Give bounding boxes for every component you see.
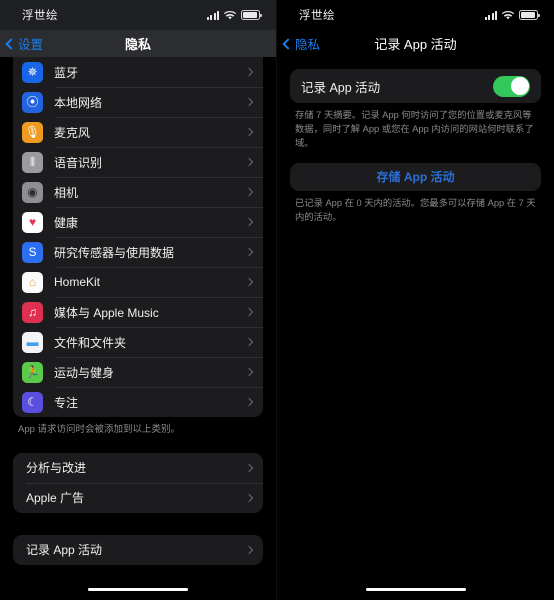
apple-music-icon: ♫ bbox=[22, 301, 43, 323]
right-phone-screen: 浮世绘 隐私 记录 App 活动 记录 App 活动 存储 7 天摘要。记录 A… bbox=[277, 0, 554, 600]
navigation-bar: 隐私 记录 App 活动 bbox=[277, 30, 554, 57]
battery-icon bbox=[519, 10, 540, 20]
health-icon: ♥ bbox=[22, 211, 43, 233]
status-bar: 浮世绘 bbox=[0, 0, 276, 30]
bluetooth-icon: ✵ bbox=[22, 61, 43, 83]
left-phone-screen: 浮世绘 设置 隐私 ✵ 蓝牙 ⦿ 本地网络 🎙 麦克风 ⦀ 语音识别 ◉ 相机 ♥ 健康 S 研究传感器与… bbox=[0, 0, 277, 600]
list-item-label: 本地网络 bbox=[54, 95, 103, 110]
list-item-analytics[interactable]: 分析与改进 bbox=[13, 453, 263, 483]
chevron-right-icon bbox=[244, 157, 254, 167]
chevron-right-icon bbox=[244, 545, 254, 555]
chevron-right-icon bbox=[244, 97, 254, 107]
list-item-label: 文件和文件夹 bbox=[54, 335, 127, 350]
list-item-label: 专注 bbox=[54, 395, 79, 410]
status-bar-icons bbox=[206, 10, 262, 20]
chevron-right-icon bbox=[244, 277, 254, 287]
back-button-label: 设置 bbox=[18, 38, 44, 52]
chevron-right-icon bbox=[244, 307, 254, 317]
list-item-label: 媒体与 Apple Music bbox=[54, 305, 159, 320]
fitness-icon: 🏃 bbox=[22, 361, 43, 383]
save-description: 已记录 App 在 0 天内的活动。您最多可以存储 App 在 7 天内的活动。 bbox=[295, 197, 536, 222]
list-item-bluetooth[interactable]: ✵ 蓝牙 bbox=[13, 57, 263, 87]
save-app-activity-button[interactable]: 存储 App 活动 bbox=[290, 162, 541, 191]
chevron-right-icon bbox=[244, 217, 254, 227]
list-item-label: 语音识别 bbox=[54, 155, 103, 170]
home-indicator[interactable] bbox=[88, 587, 188, 591]
files-folders-icon: ▬ bbox=[22, 331, 43, 353]
speech-recognition-icon: ⦀ bbox=[22, 151, 43, 173]
list-item-record-app-activity[interactable]: 记录 App 活动 bbox=[13, 535, 263, 565]
chevron-left-icon bbox=[5, 37, 17, 50]
home-indicator[interactable] bbox=[365, 587, 466, 591]
list-item-label: 记录 App 活动 bbox=[26, 543, 103, 558]
camera-icon: ◉ bbox=[22, 181, 43, 203]
dual-phone-screenshot: 浮世绘 设置 隐私 ✵ 蓝牙 ⦿ 本地网络 🎙 麦克风 ⦀ 语音识别 ◉ 相机 ♥ 健康 S 研究传感器与… bbox=[0, 0, 554, 600]
list-item-files-folders[interactable]: ▬ 文件和文件夹 bbox=[13, 327, 263, 357]
record-app-activity-toggle-card: 记录 App 活动 bbox=[290, 69, 541, 103]
save-app-activity-label: 存储 App 活动 bbox=[376, 170, 455, 185]
chevron-right-icon bbox=[244, 367, 254, 377]
carrier-label: 浮世绘 bbox=[22, 10, 58, 22]
research-sensor-icon: S bbox=[22, 241, 43, 263]
focus-icon: ☾ bbox=[22, 391, 43, 413]
chevron-right-icon bbox=[244, 493, 254, 503]
list-item-research-sensor[interactable]: S 研究传感器与使用数据 bbox=[13, 237, 263, 267]
list-item-label: 麦克风 bbox=[54, 125, 91, 140]
list-item-label: HomeKit bbox=[54, 275, 101, 289]
list-item-apple-music[interactable]: ♫ 媒体与 Apple Music bbox=[13, 297, 263, 327]
list-item-health[interactable]: ♥ 健康 bbox=[13, 207, 263, 237]
battery-icon bbox=[241, 10, 262, 20]
right-content: 记录 App 活动 存储 7 天摘要。记录 App 何时访问了您的位置或麦克风等… bbox=[277, 57, 554, 225]
list-item-local-network[interactable]: ⦿ 本地网络 bbox=[13, 87, 263, 117]
cellular-signal-icon bbox=[206, 10, 219, 20]
privacy-categories-card: ✵ 蓝牙 ⦿ 本地网络 🎙 麦克风 ⦀ 语音识别 ◉ 相机 ♥ 健康 S 研究传感器与使用数据 ⌂ HomeK… bbox=[13, 57, 263, 417]
list-item-microphone[interactable]: 🎙 麦克风 bbox=[13, 117, 263, 147]
cellular-signal-icon bbox=[484, 10, 497, 20]
chevron-right-icon bbox=[244, 127, 254, 137]
list-item-focus[interactable]: ☾ 专注 bbox=[13, 387, 263, 417]
list-item-apple-ads[interactable]: Apple 广告 bbox=[13, 482, 263, 513]
status-bar-icons bbox=[484, 10, 540, 20]
chevron-right-icon bbox=[244, 463, 254, 473]
wifi-icon bbox=[502, 10, 514, 20]
toggle-knob bbox=[510, 77, 529, 95]
microphone-icon: 🎙 bbox=[22, 121, 43, 143]
navigation-bar: 设置 隐私 bbox=[0, 30, 276, 57]
list-item-homekit[interactable]: ⌂ HomeKit bbox=[13, 267, 263, 297]
app-activity-record-card: 记录 App 活动 bbox=[13, 534, 263, 565]
status-bar: 浮世绘 bbox=[277, 0, 554, 30]
list-item-label: Apple 广告 bbox=[26, 491, 85, 506]
wifi-icon bbox=[224, 10, 236, 20]
chevron-right-icon bbox=[244, 67, 254, 77]
chevron-right-icon bbox=[244, 187, 254, 197]
record-app-activity-toggle[interactable] bbox=[493, 75, 530, 97]
toggle-label: 记录 App 活动 bbox=[301, 80, 381, 95]
list-item-fitness[interactable]: 🏃 运动与健身 bbox=[13, 357, 263, 387]
back-button[interactable]: 隐私 bbox=[277, 34, 320, 53]
chevron-left-icon bbox=[282, 37, 294, 50]
toggle-row: 记录 App 活动 bbox=[290, 69, 541, 103]
back-button[interactable]: 设置 bbox=[0, 34, 43, 53]
list-item-label: 研究传感器与使用数据 bbox=[54, 245, 175, 260]
privacy-footnote: App 请求访问时会被添加到以上类别。 bbox=[18, 424, 181, 435]
chevron-right-icon bbox=[244, 397, 254, 407]
toggle-description: 存储 7 天摘要。记录 App 何时访问了您的位置或麦克风等数据，同时了解 Ap… bbox=[295, 110, 534, 148]
chevron-right-icon bbox=[244, 247, 254, 257]
list-item-camera[interactable]: ◉ 相机 bbox=[13, 177, 263, 207]
left-content: ✵ 蓝牙 ⦿ 本地网络 🎙 麦克风 ⦀ 语音识别 ◉ 相机 ♥ 健康 S 研究传感器与使用数据 ⌂ HomeK… bbox=[0, 57, 276, 565]
list-item-label: 分析与改进 bbox=[26, 461, 87, 476]
carrier-label: 浮世绘 bbox=[299, 10, 335, 22]
back-button-label: 隐私 bbox=[295, 38, 321, 52]
list-item-label: 健康 bbox=[54, 215, 79, 230]
local-network-icon: ⦿ bbox=[22, 91, 43, 113]
analytics-advertising-card: 分析与改进 Apple 广告 bbox=[13, 452, 263, 513]
list-item-label: 相机 bbox=[54, 185, 79, 200]
homekit-icon: ⌂ bbox=[22, 271, 43, 293]
list-item-speech-recognition[interactable]: ⦀ 语音识别 bbox=[13, 147, 263, 177]
chevron-right-icon bbox=[244, 337, 254, 347]
list-item-label: 蓝牙 bbox=[54, 65, 79, 80]
list-item-label: 运动与健身 bbox=[54, 365, 115, 380]
